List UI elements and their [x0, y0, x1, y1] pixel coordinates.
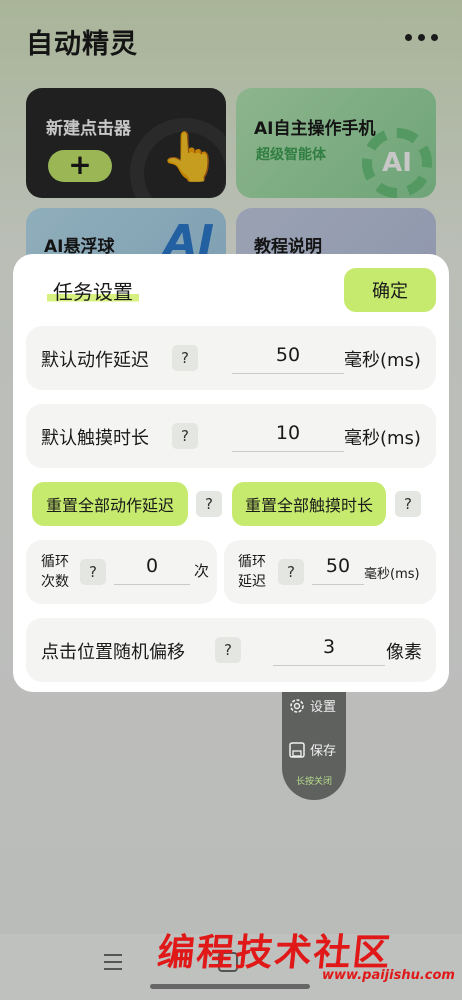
loop-count-unit: 次 [194, 562, 210, 580]
menu-icon[interactable] [104, 954, 122, 975]
action-delay-input[interactable]: 50 [232, 344, 344, 374]
touch-duration-row: 默认触摸时长 ? 10 毫秒(ms) [26, 404, 436, 468]
watermark-url: www.paijishu.com [322, 968, 455, 983]
help-icon[interactable]: ? [215, 637, 241, 663]
dialog-title: 任务设置 [47, 276, 139, 305]
help-icon[interactable]: ? [172, 345, 198, 371]
float-settings-item[interactable]: 设置 [288, 696, 336, 715]
action-delay-label: 默认动作延迟 [41, 350, 149, 371]
float-close-hint: 长按关闭 [295, 777, 332, 787]
touch-duration-label: 默认触摸时长 [41, 428, 149, 449]
gear-icon [290, 698, 304, 713]
loop-delay-label: 循环 延迟 [238, 552, 266, 592]
random-offset-input[interactable]: 3 [273, 636, 385, 666]
loop-delay-unit: 毫秒(ms) [364, 567, 420, 582]
loop-delay-label-line1: 循环 [238, 554, 266, 570]
loop-count-label: 循环 次数 [41, 552, 69, 592]
loop-count-row: 循环 次数 ? 0 次 [26, 540, 217, 604]
loop-count-input[interactable]: 0 [114, 555, 190, 585]
loop-delay-input[interactable]: 50 [312, 555, 364, 585]
help-icon[interactable]: ? [196, 491, 222, 517]
loop-count-label-line2: 次数 [41, 574, 69, 590]
touch-duration-input[interactable]: 10 [232, 422, 344, 452]
save-icon [289, 741, 305, 758]
float-save-item[interactable]: 保存 [288, 740, 336, 759]
random-offset-unit: 像素 [386, 642, 422, 663]
random-offset-row: 点击位置随机偏移 ? 3 像素 [26, 618, 436, 682]
help-icon[interactable]: ? [278, 559, 304, 585]
reset-action-delay-button[interactable]: 重置全部动作延迟 [32, 482, 188, 526]
loop-count-label-line1: 循环 [41, 554, 69, 570]
help-icon[interactable]: ? [395, 491, 421, 517]
loop-delay-label-line2: 延迟 [238, 574, 266, 590]
home-indicator[interactable] [150, 984, 310, 989]
help-icon[interactable]: ? [80, 559, 106, 585]
task-settings-dialog: 任务设置 确定 默认动作延迟 ? 50 毫秒(ms) 默认触摸时长 ? 10 毫… [13, 254, 449, 692]
action-delay-unit: 毫秒(ms) [344, 350, 421, 371]
float-settings-label: 设置 [310, 700, 337, 715]
random-offset-label: 点击位置随机偏移 [41, 642, 185, 663]
confirm-button[interactable]: 确定 [344, 268, 436, 312]
reset-touch-duration-button[interactable]: 重置全部触摸时长 [232, 482, 386, 526]
help-icon[interactable]: ? [172, 423, 198, 449]
floating-menu[interactable]: 设置 保存 长按关闭 [282, 692, 346, 800]
loop-delay-row: 循环 延迟 ? 50 毫秒(ms) [224, 540, 436, 604]
float-save-label: 保存 [310, 744, 337, 759]
action-delay-row: 默认动作延迟 ? 50 毫秒(ms) [26, 326, 436, 390]
touch-duration-unit: 毫秒(ms) [344, 428, 421, 449]
